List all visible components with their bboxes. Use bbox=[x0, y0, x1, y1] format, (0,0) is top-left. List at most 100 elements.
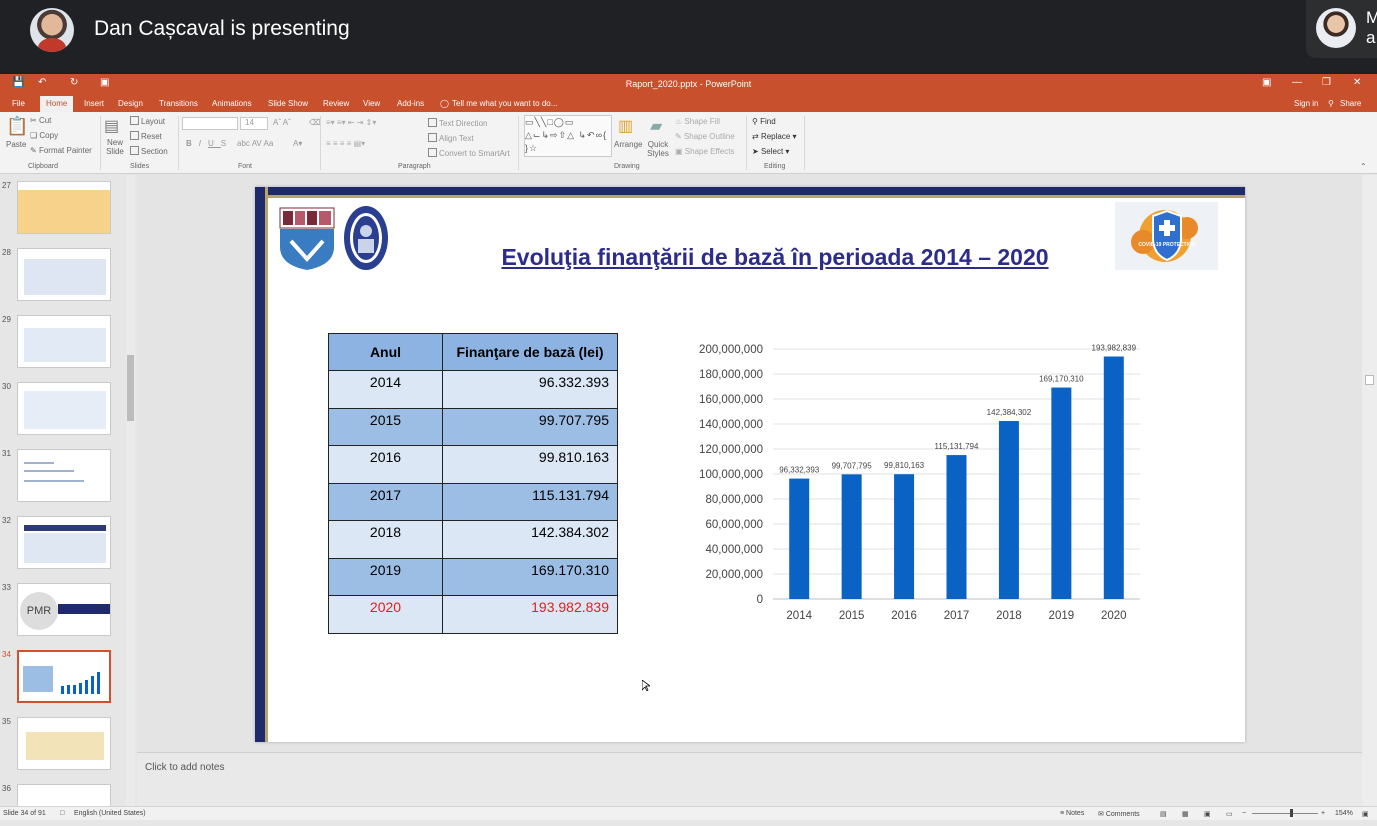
ribbon-display-icon[interactable]: ▣ bbox=[1262, 77, 1271, 88]
slide-thumbnail-35[interactable] bbox=[17, 717, 111, 770]
comments-toggle[interactable]: ✉ Comments bbox=[1098, 810, 1140, 818]
shape-outline-button[interactable]: ✎ Shape Outline bbox=[675, 132, 735, 141]
slide-thumbnail-27[interactable] bbox=[17, 181, 111, 234]
slide-thumbnail-34-selected[interactable] bbox=[17, 650, 111, 703]
grow-font-icon[interactable]: Aˆ Aˇ bbox=[273, 118, 291, 127]
slide-counter: Slide 34 of 91 bbox=[3, 810, 46, 817]
slide-thumbnail-32[interactable] bbox=[17, 516, 111, 569]
paste-button[interactable]: Paste bbox=[6, 140, 26, 149]
align-text-button[interactable]: Align Text bbox=[428, 133, 474, 143]
minimize-icon[interactable]: — bbox=[1292, 77, 1302, 88]
format-painter-button[interactable]: ✎ Format Painter bbox=[30, 146, 92, 155]
slide-thumbnail-28[interactable] bbox=[17, 248, 111, 301]
x-tick-label: 2019 bbox=[1049, 610, 1075, 622]
find-button[interactable]: ⚲ Find bbox=[752, 117, 776, 126]
notes-toggle[interactable]: ≡ Notes bbox=[1060, 810, 1084, 817]
new-slide-button[interactable]: New Slide bbox=[102, 138, 128, 156]
presenter-label: Dan Cașcaval is presenting bbox=[94, 17, 350, 40]
arrange-icon[interactable]: ▥ bbox=[618, 116, 633, 136]
slide-title[interactable]: Evoluţia finanţării de bază în perioada … bbox=[455, 244, 1095, 271]
thumbnail-number: 35 bbox=[2, 717, 11, 726]
quick-styles-icon[interactable]: ▰ bbox=[650, 116, 662, 136]
share-icon[interactable]: ⚲ bbox=[1328, 99, 1334, 108]
normal-view-icon[interactable]: ▤ bbox=[1160, 810, 1167, 818]
tab-review[interactable]: Review bbox=[323, 99, 349, 108]
align-icons[interactable]: ≡ ≡ ≡ ≡ ▤▾ bbox=[326, 139, 365, 148]
tab-transitions[interactable]: Transitions bbox=[159, 99, 198, 108]
font-color-icon[interactable]: A▾ bbox=[293, 139, 302, 148]
slide-sorter-icon[interactable]: ▦ bbox=[1182, 810, 1189, 818]
slide-canvas[interactable]: COVID-19 PROTECTION Evoluţia finanţării … bbox=[255, 187, 1245, 742]
x-tick-label: 2016 bbox=[891, 610, 917, 622]
replace-button[interactable]: ⇄ Replace ▾ bbox=[752, 132, 797, 141]
font-group-label: Font bbox=[238, 163, 253, 170]
thumbnail-scrollbar[interactable] bbox=[126, 175, 135, 806]
y-tick-label: 200,000,000 bbox=[699, 344, 763, 356]
section-button[interactable]: Section bbox=[130, 146, 168, 156]
share-button[interactable]: Share bbox=[1340, 99, 1361, 108]
funding-table[interactable]: Anul Finanţare de bază (lei) 2014 96.332.… bbox=[328, 333, 618, 634]
data-label: 193,982,839 bbox=[1092, 344, 1137, 353]
shapes-gallery[interactable]: ▭╲╲□◯▭ △⌙↳⇨⇧△ ↳↶∞{ }☆ bbox=[524, 115, 612, 157]
font-shadow-spacing[interactable]: abc AV Aa bbox=[237, 139, 273, 148]
spellcheck-icon[interactable]: □ bbox=[60, 810, 64, 817]
arrange-button[interactable]: Arrange bbox=[614, 140, 642, 149]
quick-styles-button[interactable]: Quick Styles bbox=[644, 140, 672, 158]
reset-button[interactable]: Reset bbox=[130, 131, 162, 141]
fit-slide-icon[interactable]: ▣ bbox=[1362, 810, 1369, 818]
reading-view-icon[interactable]: ▣ bbox=[1204, 810, 1211, 818]
funding-bar-chart[interactable]: 0 20,000,000 40,000,000 60,000,000 80,000,00… bbox=[655, 327, 1155, 627]
shape-effects-button[interactable]: ▣ Shape Effects bbox=[675, 147, 734, 156]
clear-format-icon[interactable]: ⌫ bbox=[309, 118, 320, 127]
language-indicator[interactable]: English (United States) bbox=[74, 810, 146, 817]
scroll-thumb[interactable] bbox=[127, 355, 134, 421]
layout-button[interactable]: Layout bbox=[130, 116, 165, 126]
tab-animations[interactable]: Animations bbox=[212, 99, 252, 108]
slideshow-icon[interactable]: ▭ bbox=[1226, 810, 1233, 818]
tell-me-box[interactable]: Tell me what you want to do... bbox=[452, 99, 557, 108]
bar-2015 bbox=[841, 474, 862, 599]
font-size-box[interactable]: 14 bbox=[240, 117, 268, 130]
participant-tile[interactable]: M a bbox=[1306, 0, 1377, 58]
text-direction-button[interactable]: Text Direction bbox=[428, 118, 487, 128]
paste-icon[interactable]: 📋 bbox=[6, 116, 28, 137]
zoom-slider-thumb[interactable] bbox=[1290, 809, 1293, 817]
font-style-buttons[interactable]: BIUS bbox=[186, 139, 233, 148]
bullets-icon[interactable]: ≡▾ ≡▾ ⇤ ⇥ ⇕▾ bbox=[326, 118, 376, 127]
scroll-thumb[interactable] bbox=[1365, 375, 1374, 385]
slide-thumbnail-36[interactable] bbox=[17, 784, 111, 806]
slide-thumbnail-31[interactable] bbox=[17, 449, 111, 502]
zoom-slider[interactable] bbox=[1252, 813, 1318, 814]
restore-icon[interactable]: ❐ bbox=[1322, 77, 1331, 88]
font-name-box[interactable] bbox=[182, 117, 238, 130]
smartart-button[interactable]: Convert to SmartArt bbox=[428, 148, 510, 158]
slide-thumbnail-30[interactable] bbox=[17, 382, 111, 435]
slide-thumbnail-33[interactable]: PMR bbox=[17, 583, 111, 636]
select-button[interactable]: ➤ Select ▾ bbox=[752, 147, 789, 156]
effects-icon: ▣ bbox=[675, 147, 683, 156]
slide-thumbnail-29[interactable] bbox=[17, 315, 111, 368]
tab-file[interactable]: File bbox=[12, 99, 25, 108]
new-slide-icon[interactable]: ▤ bbox=[104, 116, 119, 136]
notes-pane[interactable]: Click to add notes bbox=[137, 752, 1362, 806]
zoom-in-icon[interactable]: + bbox=[1321, 810, 1325, 817]
tab-view[interactable]: View bbox=[363, 99, 380, 108]
shape-fill-button[interactable]: ♨ Shape Fill bbox=[675, 117, 720, 126]
slide-vertical-scrollbar[interactable] bbox=[1362, 175, 1377, 817]
tab-design[interactable]: Design bbox=[118, 99, 143, 108]
data-label: 96,332,393 bbox=[779, 466, 820, 475]
replace-icon: ⇄ bbox=[752, 132, 759, 141]
cut-button[interactable]: ✂ Cut bbox=[30, 116, 51, 125]
close-icon[interactable]: ✕ bbox=[1353, 77, 1361, 88]
tab-insert[interactable]: Insert bbox=[84, 99, 104, 108]
drawing-group-label: Drawing bbox=[614, 163, 640, 170]
zoom-out-icon[interactable]: − bbox=[1242, 810, 1246, 817]
copy-button[interactable]: ❏ Copy bbox=[30, 131, 58, 140]
zoom-level[interactable]: 154% bbox=[1335, 810, 1353, 817]
cell-year: 2014 bbox=[328, 370, 443, 409]
tab-slide-show[interactable]: Slide Show bbox=[268, 99, 308, 108]
tab-add-ins[interactable]: Add-ins bbox=[397, 99, 424, 108]
tab-home[interactable]: Home bbox=[40, 96, 74, 112]
sign-in-link[interactable]: Sign in bbox=[1294, 99, 1318, 108]
collapse-ribbon-icon[interactable]: ⌃ bbox=[1360, 162, 1367, 171]
